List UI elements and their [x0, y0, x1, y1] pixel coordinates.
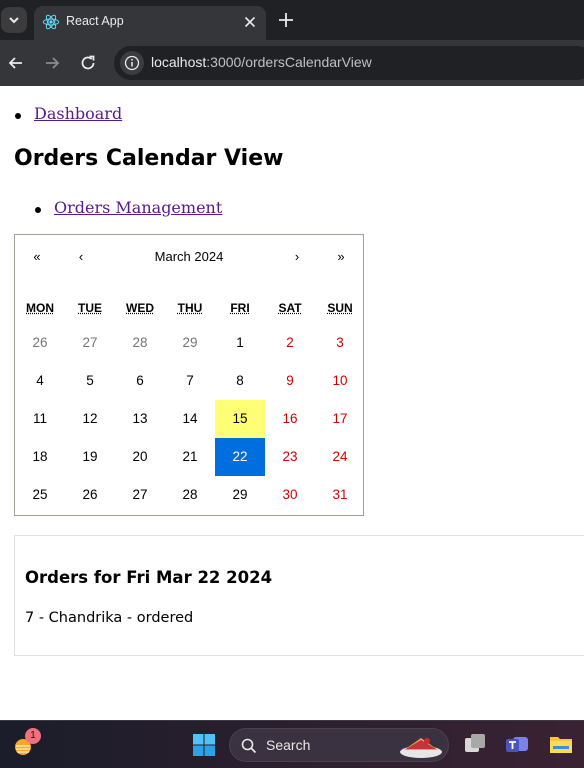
- calendar-day[interactable]: 24: [315, 438, 365, 476]
- url-path: :3000/ordersCalendarView: [206, 54, 372, 70]
- teams-icon: [504, 731, 530, 757]
- tab-search-button[interactable]: [1, 7, 27, 33]
- calendar-day[interactable]: 28: [165, 476, 215, 514]
- prev-year-button[interactable]: «: [15, 235, 59, 279]
- calendar-day[interactable]: 29: [165, 324, 215, 362]
- task-view-button[interactable]: [462, 731, 488, 757]
- info-icon: [124, 55, 140, 71]
- calendar-day[interactable]: 23: [265, 438, 315, 476]
- folder-icon: [548, 731, 574, 757]
- browser-tab-bar: React App: [0, 0, 584, 40]
- page-title: Orders Calendar View: [14, 146, 283, 171]
- search-icon: [241, 738, 257, 754]
- calendar-day[interactable]: 2: [265, 324, 315, 362]
- weekday-label: SAT: [265, 301, 315, 315]
- calendar-day[interactable]: 6: [115, 362, 165, 400]
- react-logo-icon: [42, 13, 60, 31]
- next-year-button[interactable]: »: [319, 235, 363, 279]
- calendar-day[interactable]: 29: [215, 476, 265, 514]
- order-item: 7 - Chandrika - ordered: [25, 610, 193, 626]
- calendar-day[interactable]: 30: [265, 476, 315, 514]
- calendar-day[interactable]: 4: [15, 362, 65, 400]
- chevron-down-icon: [8, 15, 20, 25]
- orders-panel: Orders for Fri Mar 22 2024 7 - Chandrika…: [14, 535, 584, 656]
- calendar-day[interactable]: 19: [65, 438, 115, 476]
- month-label[interactable]: March 2024: [103, 235, 275, 279]
- windows-logo-icon: [192, 733, 216, 757]
- weekday-abbr: SAT: [278, 301, 301, 315]
- weekday-label: WED: [115, 301, 165, 315]
- calendar-day[interactable]: 9: [265, 362, 315, 400]
- calendar-day[interactable]: 14: [165, 400, 215, 438]
- calendar-day[interactable]: 5: [65, 362, 115, 400]
- orders-heading: Orders for Fri Mar 22 2024: [25, 568, 272, 587]
- forward-arrow-icon[interactable]: [41, 52, 63, 74]
- search-label: Search: [266, 737, 310, 753]
- weekday-abbr: FRI: [230, 301, 249, 315]
- browser-tab[interactable]: React App: [34, 6, 266, 40]
- prev-month-button[interactable]: ‹: [59, 235, 103, 279]
- calendar-day[interactable]: 17: [315, 400, 365, 438]
- nav-item-orders-management: Orders Management: [54, 198, 222, 217]
- calendar-day[interactable]: 18: [15, 438, 65, 476]
- calendar-day[interactable]: 27: [115, 476, 165, 514]
- taskbar: 1 Search: [0, 720, 584, 768]
- site-info-button[interactable]: [120, 51, 144, 75]
- new-tab-icon[interactable]: [276, 10, 296, 30]
- url-host: localhost: [151, 54, 206, 70]
- calendar-day[interactable]: 28: [115, 324, 165, 362]
- reload-icon[interactable]: [77, 52, 99, 74]
- dashboard-link[interactable]: Dashboard: [34, 104, 122, 123]
- notification-badge: 1: [25, 728, 41, 744]
- calendar-day[interactable]: 13: [115, 400, 165, 438]
- start-button[interactable]: [192, 733, 216, 757]
- orders-management-link[interactable]: Orders Management: [54, 198, 222, 217]
- weekday-label: SUN: [315, 301, 365, 315]
- calendar-day[interactable]: 10: [315, 362, 365, 400]
- weekday-label: FRI: [215, 301, 265, 315]
- calendar-day[interactable]: 31: [315, 476, 365, 514]
- weekday-label: THU: [165, 301, 215, 315]
- calendar: « ‹ March 2024 › » MON TUE WED THU FRI SAT SUN…: [14, 234, 364, 516]
- browser-toolbar: localhost:3000/ordersCalendarView: [0, 40, 584, 86]
- calendar-day[interactable]: 7: [165, 362, 215, 400]
- calendar-day[interactable]: 8: [215, 362, 265, 400]
- task-view-icon: [462, 731, 488, 757]
- calendar-day[interactable]: 26: [65, 476, 115, 514]
- address-bar[interactable]: localhost:3000/ordersCalendarView: [114, 46, 584, 80]
- weekday-label: TUE: [65, 301, 115, 315]
- calendar-day[interactable]: 12: [65, 400, 115, 438]
- url-text: localhost:3000/ordersCalendarView: [151, 54, 372, 70]
- weekday-abbr: TUE: [78, 301, 102, 315]
- calendar-day[interactable]: 20: [115, 438, 165, 476]
- calendar-day[interactable]: 11: [15, 400, 65, 438]
- teams-button[interactable]: [504, 731, 530, 757]
- taskbar-search[interactable]: Search: [229, 728, 449, 762]
- calendar-day[interactable]: 25: [15, 476, 65, 514]
- calendar-day[interactable]: 26: [15, 324, 65, 362]
- weekday-abbr: THU: [178, 301, 203, 315]
- calendar-day[interactable]: 21: [165, 438, 215, 476]
- weekday-abbr: WED: [126, 301, 154, 315]
- page-content: Dashboard Orders Calendar View Orders Ma…: [0, 86, 584, 720]
- weekday-abbr: MON: [26, 301, 54, 315]
- calendar-day[interactable]: 16: [265, 400, 315, 438]
- file-explorer-button[interactable]: [548, 731, 574, 757]
- nav-item-dashboard: Dashboard: [34, 104, 122, 123]
- calendar-day[interactable]: 15: [215, 400, 265, 438]
- calendar-day[interactable]: 1: [215, 324, 265, 362]
- tab-title: React App: [66, 14, 124, 28]
- widgets-button[interactable]: 1: [12, 733, 38, 759]
- back-arrow-icon[interactable]: [5, 52, 27, 74]
- close-icon[interactable]: [240, 12, 260, 32]
- weekday-label: MON: [15, 301, 65, 315]
- calendar-day[interactable]: 22: [215, 438, 265, 476]
- weekday-abbr: SUN: [327, 301, 352, 315]
- next-month-button[interactable]: ›: [275, 235, 319, 279]
- calendar-day[interactable]: 27: [65, 324, 115, 362]
- calendar-day[interactable]: 3: [315, 324, 365, 362]
- pie-illustration-icon: [398, 732, 444, 760]
